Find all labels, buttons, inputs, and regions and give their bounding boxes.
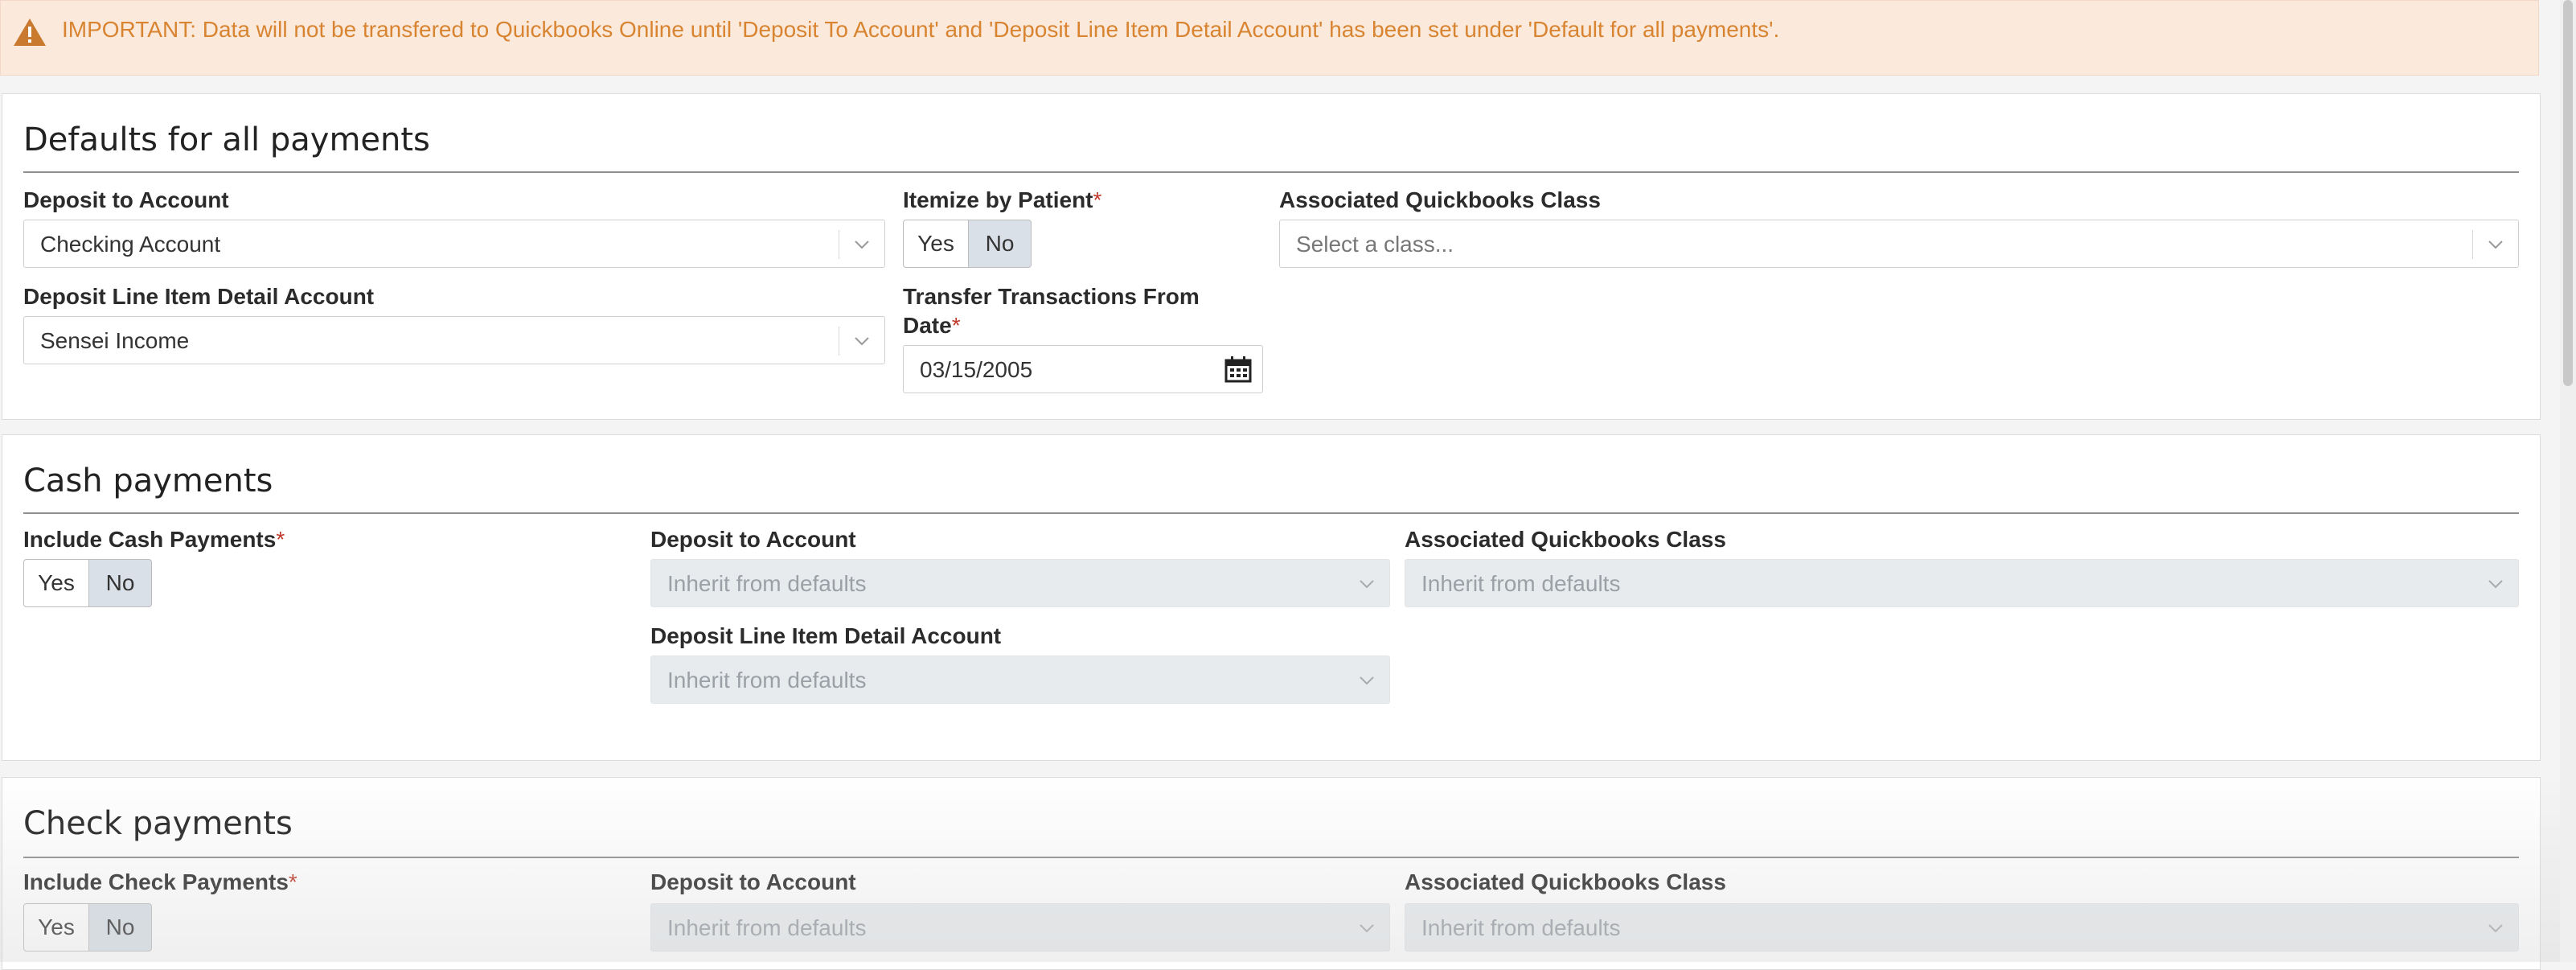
calendar-icon[interactable] bbox=[1224, 356, 1253, 383]
check-class-select: Inherit from defaults bbox=[1405, 903, 2519, 952]
check-deposit-label: Deposit to Account bbox=[650, 869, 856, 894]
cash-line-item-value: Inherit from defaults bbox=[667, 668, 867, 693]
include-check-toggle[interactable]: Yes No bbox=[23, 903, 152, 952]
required-marker: * bbox=[276, 527, 285, 552]
cash-class-select: Inherit from defaults bbox=[1405, 559, 2519, 607]
line-item-select[interactable]: Sensei Income bbox=[23, 316, 885, 364]
important-alert: IMPORTANT: Data will not be transfered t… bbox=[0, 0, 2539, 76]
check-panel: Check payments Include Check Payments* Y… bbox=[2, 777, 2541, 970]
scrollbar-thumb[interactable] bbox=[2563, 0, 2573, 386]
cash-line-item-label: Deposit Line Item Detail Account bbox=[650, 623, 1002, 648]
defaults-title: Defaults for all payments bbox=[23, 121, 430, 158]
cash-panel: Cash payments Include Cash Payments* Yes… bbox=[2, 434, 2541, 761]
defaults-panel: Defaults for all payments Deposit to Acc… bbox=[2, 93, 2541, 420]
check-deposit-select: Inherit from defaults bbox=[650, 903, 1390, 952]
chevron-down-icon[interactable] bbox=[2486, 235, 2505, 254]
alert-message: IMPORTANT: Data will not be transfered t… bbox=[62, 17, 1780, 42]
chevron-down-icon bbox=[1360, 676, 1374, 685]
chevron-down-icon[interactable] bbox=[852, 235, 872, 254]
chevron-down-icon bbox=[2488, 924, 2503, 933]
check-class-value: Inherit from defaults bbox=[1421, 915, 1621, 940]
section-divider bbox=[23, 512, 2519, 514]
cash-deposit-select: Inherit from defaults bbox=[650, 559, 1390, 607]
chevron-down-icon bbox=[1360, 580, 1374, 589]
select-separator bbox=[2472, 230, 2473, 259]
chevron-down-icon bbox=[2488, 580, 2503, 589]
page-scrollbar[interactable] bbox=[2560, 0, 2576, 962]
itemize-toggle[interactable]: Yes No bbox=[903, 220, 1032, 268]
include-cash-no-button[interactable]: No bbox=[89, 559, 152, 607]
class-select[interactable]: Select a class... bbox=[1279, 220, 2519, 268]
required-marker: * bbox=[288, 869, 297, 894]
include-check-yes-button[interactable]: Yes bbox=[23, 903, 89, 952]
required-marker: * bbox=[951, 313, 961, 338]
transfer-from-date-value: 03/15/2005 bbox=[920, 357, 1033, 382]
include-cash-label: Include Cash Payments* bbox=[23, 527, 285, 553]
required-marker: * bbox=[1093, 187, 1102, 212]
chevron-down-icon[interactable] bbox=[852, 331, 872, 351]
class-label: Associated Quickbooks Class bbox=[1279, 187, 1601, 212]
cash-class-value: Inherit from defaults bbox=[1421, 571, 1621, 596]
section-divider bbox=[23, 857, 2519, 858]
check-title: Check payments bbox=[23, 805, 293, 842]
include-check-label-text: Include Check Payments bbox=[23, 869, 289, 894]
include-check-no-button[interactable]: No bbox=[89, 903, 152, 952]
line-item-value: Sensei Income bbox=[40, 328, 190, 353]
section-divider bbox=[23, 171, 2519, 173]
warning-icon bbox=[14, 18, 46, 46]
chevron-down-icon bbox=[1360, 924, 1374, 933]
itemize-no-button[interactable]: No bbox=[969, 220, 1032, 268]
itemize-label: Itemize by Patient* bbox=[903, 187, 1101, 213]
include-check-label: Include Check Payments* bbox=[23, 869, 297, 895]
cash-line-item-select: Inherit from defaults bbox=[650, 656, 1390, 704]
deposit-to-account-select[interactable]: Checking Account bbox=[23, 220, 885, 268]
itemize-yes-button[interactable]: Yes bbox=[903, 220, 969, 268]
cash-class-label: Associated Quickbooks Class bbox=[1405, 527, 1726, 552]
transfer-from-label-text: Date bbox=[903, 313, 952, 338]
cash-deposit-value: Inherit from defaults bbox=[667, 571, 867, 596]
include-cash-yes-button[interactable]: Yes bbox=[23, 559, 89, 607]
cash-title: Cash payments bbox=[23, 462, 273, 499]
transfer-from-date-input[interactable]: 03/15/2005 bbox=[903, 345, 1263, 393]
deposit-to-account-label: Deposit to Account bbox=[23, 187, 229, 212]
transfer-from-label-line2: Date* bbox=[903, 313, 961, 339]
cash-deposit-label: Deposit to Account bbox=[650, 527, 856, 552]
include-cash-toggle[interactable]: Yes No bbox=[23, 559, 152, 607]
check-class-label: Associated Quickbooks Class bbox=[1405, 869, 1726, 894]
line-item-label: Deposit Line Item Detail Account bbox=[23, 284, 375, 309]
check-deposit-value: Inherit from defaults bbox=[667, 915, 867, 940]
itemize-label-text: Itemize by Patient bbox=[903, 187, 1093, 212]
quickbooks-payment-settings: IMPORTANT: Data will not be transfered t… bbox=[0, 0, 2576, 970]
include-cash-label-text: Include Cash Payments bbox=[23, 527, 277, 552]
class-placeholder: Select a class... bbox=[1296, 232, 1454, 257]
deposit-to-account-value: Checking Account bbox=[40, 232, 221, 257]
transfer-from-label-line1: Transfer Transactions From bbox=[903, 284, 1200, 309]
